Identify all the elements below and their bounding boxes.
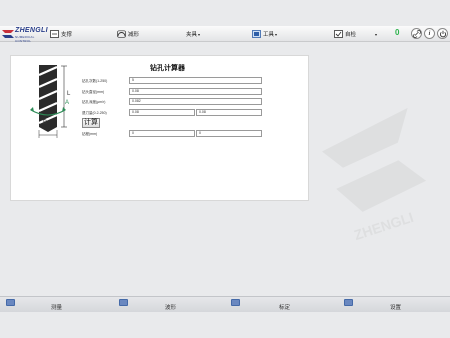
settings-icon (344, 299, 353, 306)
retract-field-2[interactable]: 0.08 (196, 109, 262, 116)
chevron-down-icon: ▾ (198, 31, 201, 37)
drill-bit-diagram (30, 65, 67, 138)
nav-item-calibrate[interactable]: 标定 (225, 297, 338, 313)
drill-count-label: 钻孔次数(1-250) (82, 79, 108, 83)
result-field-1[interactable]: 0 (129, 130, 195, 137)
counter-value: 0 (395, 27, 400, 37)
top-toolbar: ZHENGLI NUMERICAL CONTROL 支撑 减形 夹具 ▾ 工具 … (0, 26, 450, 43)
drill-diameter-label: 钻头直径(mm) (82, 90, 105, 94)
bottom-nav: 测量 波形 标定 设置 (0, 296, 450, 312)
tools-icon (252, 30, 261, 38)
calibrate-icon (231, 299, 240, 306)
tools-dropdown[interactable]: 工具 ▾ (252, 28, 277, 40)
result-field-2[interactable]: 0 (196, 130, 262, 137)
brand-subtitle: NUMERICAL CONTROL (15, 35, 35, 43)
drill-diameter-field[interactable]: 0.08 (129, 88, 262, 95)
brand-name: ZHENGLI (15, 27, 48, 34)
svg-text:ZHENGLI: ZHENGLI (352, 209, 415, 243)
support-button[interactable]: 支撑 (50, 28, 72, 40)
drill-depth-field[interactable]: 0.082 (129, 98, 262, 105)
chevron-down-icon: ▾ (375, 31, 378, 37)
drill-depth-label: 钻孔深度(µm/r) (82, 100, 106, 104)
chevron-down-icon: ▾ (275, 31, 278, 37)
diagram-label-b: B (43, 120, 48, 126)
retract-label: 退刀量(0.2-250) (82, 111, 107, 115)
nav-label-calibrate: 标定 (279, 305, 291, 311)
nav-label-waveform: 波形 (165, 305, 177, 311)
nav-item-measure[interactable]: 测量 (0, 297, 112, 313)
info-button[interactable]: i (424, 28, 435, 39)
brand-logo: ZHENGLI NUMERICAL CONTROL (2, 27, 48, 43)
gauge-icon (117, 30, 126, 38)
measure-icon (6, 299, 15, 306)
autocheck-dropdown[interactable]: ▾ (374, 28, 377, 40)
retract-field-1[interactable]: 0.08 (129, 109, 195, 116)
waveform-icon (119, 299, 128, 306)
mould-label: 减形 (128, 32, 140, 38)
diagram-label-a: A (65, 100, 70, 106)
nav-item-waveform[interactable]: 波形 (112, 297, 225, 313)
mould-button[interactable]: 减形 (117, 28, 139, 40)
nav-item-settings[interactable]: 设置 (338, 297, 450, 313)
watermark-logo: ZHENGLI (322, 107, 427, 243)
autocheck-button[interactable]: 自检 (334, 28, 356, 40)
link-icon (412, 29, 421, 38)
tools-label: 工具 (263, 32, 275, 38)
logo-mark-icon (2, 30, 14, 38)
info-icon: i (428, 30, 431, 37)
fixture-dropdown[interactable]: 夹具 ▾ (186, 28, 200, 40)
drill-count-field[interactable]: 5 (129, 77, 262, 84)
support-icon (50, 30, 59, 38)
result-label: 钻程(mm) (82, 132, 98, 136)
autocheck-label: 自检 (345, 32, 357, 38)
power-icon (439, 30, 446, 37)
nav-label-measure: 测量 (51, 305, 63, 311)
support-label: 支撑 (61, 32, 73, 38)
calculate-button[interactable]: 计算 (82, 118, 100, 128)
link-button[interactable] (411, 28, 422, 39)
nav-label-settings: 设置 (390, 305, 402, 311)
diagram-label-l: L (67, 91, 71, 97)
autocheck-icon (334, 30, 343, 38)
fixture-label: 夹具 (186, 32, 198, 38)
power-button[interactable] (437, 28, 448, 39)
page-title: 钻孔计算器 (150, 65, 185, 72)
counter-readout: 0 (395, 26, 399, 38)
